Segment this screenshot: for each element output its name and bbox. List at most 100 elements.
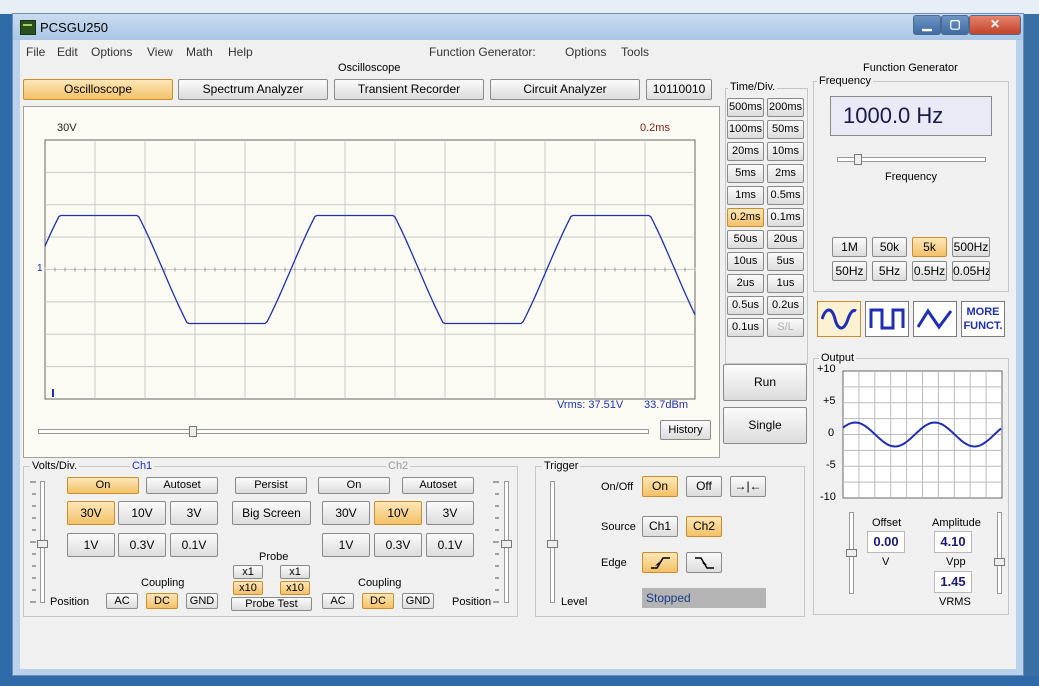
rising-edge-button[interactable] xyxy=(642,552,678,573)
timediv-50us[interactable]: 50us xyxy=(727,230,764,249)
ch1-position-thumb[interactable] xyxy=(37,540,48,548)
amplitude-slider[interactable] xyxy=(997,512,1002,594)
square-wave-button[interactable] xyxy=(865,301,909,337)
ch1-coupling-ac[interactable]: AC xyxy=(106,593,138,609)
timediv-50ms[interactable]: 50ms xyxy=(767,120,804,139)
probe-ch1-x1[interactable]: x1 xyxy=(233,565,263,579)
ch1-range-3v[interactable]: 3V xyxy=(170,501,218,525)
ch1-range-30v[interactable]: 30V xyxy=(67,501,115,525)
menu-edit[interactable]: Edit xyxy=(57,45,78,59)
ch2-on-button[interactable]: On xyxy=(318,477,390,494)
tab-circuit-analyzer[interactable]: Circuit Analyzer xyxy=(490,79,640,100)
timediv-0.2ms[interactable]: 0.2ms xyxy=(727,208,764,227)
title-bar[interactable]: PCSGU250 ▁ ▢ ✕ xyxy=(13,14,1023,40)
timediv-200ms[interactable]: 200ms xyxy=(767,98,804,117)
history-button[interactable]: History xyxy=(660,420,711,440)
trigger-off-button[interactable]: Off xyxy=(686,476,722,497)
ch2-coupling-dc[interactable]: DC xyxy=(362,593,394,609)
fg-range-5k[interactable]: 5k xyxy=(912,237,947,257)
probe-test-button[interactable]: Probe Test xyxy=(231,597,312,611)
fg-range-0.5hz[interactable]: 0.5Hz xyxy=(912,261,947,281)
menu-help[interactable]: Help xyxy=(228,45,253,59)
ch2-range-1v[interactable]: 1V xyxy=(322,533,370,557)
offset-slider-thumb[interactable] xyxy=(846,549,857,557)
menu-view[interactable]: View xyxy=(147,45,173,59)
menu-file[interactable]: File xyxy=(26,45,45,59)
trigger-source-ch2[interactable]: Ch2 xyxy=(686,516,722,537)
close-button[interactable]: ✕ xyxy=(969,15,1021,35)
ch1-coupling-dc[interactable]: DC xyxy=(146,593,178,609)
timediv-5us[interactable]: 5us xyxy=(767,252,804,271)
ch1-range-10v[interactable]: 10V xyxy=(118,501,166,525)
ch1-range-0.1v[interactable]: 0.1V xyxy=(170,533,218,557)
timediv-0.5ms[interactable]: 0.5ms xyxy=(767,186,804,205)
probe-ch2-x10[interactable]: x10 xyxy=(280,581,310,595)
frequency-slider-thumb[interactable] xyxy=(854,154,862,165)
scope-screen[interactable]: 30V 0.2ms 1 Vrms: 37.51V 33.7dBm History xyxy=(23,106,720,458)
tab-oscilloscope[interactable]: Oscilloscope xyxy=(23,79,173,100)
fg-range-50hz[interactable]: 50Hz xyxy=(832,261,867,281)
trigger-on-button[interactable]: On xyxy=(642,476,678,497)
menu-fg-options[interactable]: Options xyxy=(565,45,606,59)
fg-range-5hz[interactable]: 5Hz xyxy=(872,261,907,281)
tab-logic[interactable]: 10110010 xyxy=(646,79,712,100)
probe-ch1-x10[interactable]: x10 xyxy=(233,581,263,595)
ch2-range-0.1v[interactable]: 0.1V xyxy=(426,533,474,557)
timediv-10us[interactable]: 10us xyxy=(727,252,764,271)
ch1-range-0.3v[interactable]: 0.3V xyxy=(118,533,166,557)
timediv-0.1us[interactable]: 0.1us xyxy=(727,318,764,337)
timediv-10ms[interactable]: 10ms xyxy=(767,142,804,161)
time-position-thumb[interactable] xyxy=(189,426,197,437)
triangle-wave-button[interactable] xyxy=(913,301,957,337)
tab-spectrum-analyzer[interactable]: Spectrum Analyzer xyxy=(178,79,328,100)
maximize-button[interactable]: ▢ xyxy=(941,15,969,35)
ch2-coupling-ac[interactable]: AC xyxy=(322,593,354,609)
ch1-coupling-gnd[interactable]: GND xyxy=(186,593,218,609)
timediv-S/L[interactable]: S/L xyxy=(767,318,804,337)
persist-button[interactable]: Persist xyxy=(235,477,307,494)
timediv-2us[interactable]: 2us xyxy=(727,274,764,293)
timediv-5ms[interactable]: 5ms xyxy=(727,164,764,183)
vrms-value[interactable]: 1.45 xyxy=(934,571,972,593)
amplitude-value[interactable]: 4.10 xyxy=(934,531,972,553)
fg-range-0.05hz[interactable]: 0.05Hz xyxy=(952,261,990,281)
timediv-0.2us[interactable]: 0.2us xyxy=(767,296,804,315)
ch2-range-0.3v[interactable]: 0.3V xyxy=(374,533,422,557)
timediv-0.5us[interactable]: 0.5us xyxy=(727,296,764,315)
ch2-autoset-button[interactable]: Autoset xyxy=(402,477,474,494)
run-button[interactable]: Run xyxy=(723,364,807,401)
menu-fg-tools[interactable]: Tools xyxy=(621,45,649,59)
timediv-2ms[interactable]: 2ms xyxy=(767,164,804,183)
more-functions-button[interactable]: MORE FUNCT. xyxy=(961,301,1005,337)
timediv-1us[interactable]: 1us xyxy=(767,274,804,293)
ch1-range-1v[interactable]: 1V xyxy=(67,533,115,557)
timediv-20us[interactable]: 20us xyxy=(767,230,804,249)
ch2-position-thumb[interactable] xyxy=(501,540,512,548)
fg-range-50k[interactable]: 50k xyxy=(872,237,907,257)
ch2-range-30v[interactable]: 30V xyxy=(322,501,370,525)
single-button[interactable]: Single xyxy=(723,407,807,444)
timediv-500ms[interactable]: 500ms xyxy=(727,98,764,117)
frequency-display[interactable]: 1000.0 Hz xyxy=(830,96,992,136)
ch1-on-button[interactable]: On xyxy=(67,477,139,494)
time-position-slider[interactable] xyxy=(38,429,649,434)
ch2-range-10v[interactable]: 10V xyxy=(374,501,422,525)
big-screen-button[interactable]: Big Screen xyxy=(232,501,311,525)
ch1-autoset-button[interactable]: Autoset xyxy=(146,477,218,494)
fg-range-1m[interactable]: 1M xyxy=(832,237,867,257)
trigger-level-thumb[interactable] xyxy=(547,540,558,548)
menu-options[interactable]: Options xyxy=(91,45,132,59)
offset-value[interactable]: 0.00 xyxy=(867,531,905,553)
sine-wave-button[interactable] xyxy=(817,301,861,337)
timediv-20ms[interactable]: 20ms xyxy=(727,142,764,161)
trigger-source-ch1[interactable]: Ch1 xyxy=(642,516,678,537)
ch2-coupling-gnd[interactable]: GND xyxy=(402,593,434,609)
fg-range-500hz[interactable]: 500Hz xyxy=(952,237,990,257)
trigger-center-button[interactable]: →|← xyxy=(730,476,766,497)
timediv-1ms[interactable]: 1ms xyxy=(727,186,764,205)
menu-math[interactable]: Math xyxy=(186,45,213,59)
ch2-range-3v[interactable]: 3V xyxy=(426,501,474,525)
falling-edge-button[interactable] xyxy=(686,552,722,573)
minimize-button[interactable]: ▁ xyxy=(913,15,941,35)
tab-transient-recorder[interactable]: Transient Recorder xyxy=(334,79,484,100)
